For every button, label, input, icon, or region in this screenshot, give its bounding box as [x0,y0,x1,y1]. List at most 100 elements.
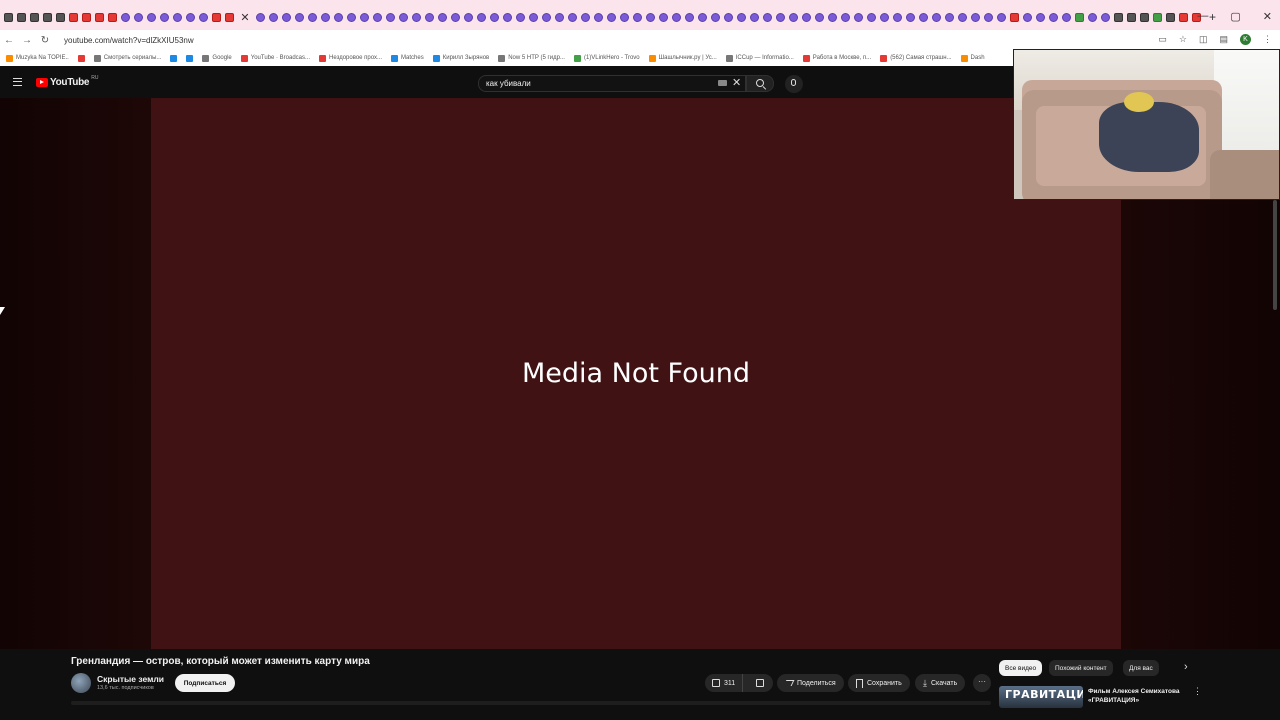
close-window-button[interactable]: ✕ [1263,10,1272,23]
tab-favicon[interactable] [173,12,182,22]
bookmark-star-icon[interactable]: ☆ [1179,34,1187,45]
tab-favicon[interactable] [477,12,486,22]
tab-favicon[interactable] [295,12,304,22]
recommendation-title[interactable]: Фильм Алексея Семихатова «ГРАВИТАЦИЯ» [1088,687,1186,705]
bookmark-item[interactable]: Google [202,54,232,62]
tab-favicon[interactable] [776,12,785,22]
tab-favicon[interactable] [399,12,408,22]
browser-menu-icon[interactable]: ⋮ [1263,34,1272,45]
tab-favicon[interactable] [542,12,551,22]
tab-favicon[interactable] [347,12,356,22]
tab-favicon[interactable] [984,12,993,22]
tab-favicon[interactable] [451,12,460,22]
tab-favicon[interactable] [256,12,265,22]
bookmark-item[interactable]: (562) Самая страшн... [880,54,952,62]
tab-favicon[interactable] [1010,12,1019,22]
tab-favicon[interactable] [1140,12,1149,22]
recommendation-thumbnail[interactable]: ГРАВИТАЦИЯ [999,686,1083,708]
like-button[interactable]: 311 [705,674,743,692]
forward-button[interactable]: → [18,35,36,46]
reload-button[interactable]: ↻ [36,35,54,46]
clear-search-icon[interactable]: ✕ [732,76,741,89]
tab-favicon[interactable] [108,12,117,22]
tab-favicon[interactable] [82,12,91,22]
recommendation-menu-icon[interactable]: ⋮ [1193,686,1202,697]
tab-favicon[interactable] [121,12,130,22]
tab-favicon[interactable] [360,12,369,22]
tab-favicon[interactable] [997,12,1006,22]
tab-favicon[interactable] [659,12,668,22]
bookmark-item[interactable]: Dash [960,54,985,62]
tab-favicon[interactable] [212,12,221,22]
tab-favicon[interactable] [854,12,863,22]
tab-favicon[interactable] [269,12,278,22]
tab-favicon[interactable] [685,12,694,22]
tab-favicon[interactable] [199,12,208,22]
bookmark-item[interactable]: Работа в Москве, п... [802,54,871,62]
minimize-button[interactable]: — [1197,10,1208,23]
tab-favicon[interactable] [425,12,434,22]
bookmark-item[interactable]: Now 5 НТР (5 гидр... [498,54,565,62]
tab-favicon[interactable] [56,12,65,22]
bookmark-item[interactable]: (1)VLinkHero - Trovo [573,54,640,62]
bookmark-item[interactable] [170,54,178,62]
tab-favicon[interactable] [308,12,317,22]
chip-all-videos[interactable]: Все видео [999,660,1043,676]
tab-favicon[interactable] [633,12,642,22]
tab-favicon[interactable] [503,12,512,22]
tab-favicon[interactable] [4,12,13,22]
hamburger-menu-icon[interactable] [13,78,22,86]
bookmark-item[interactable]: ICCup — Informatio... [725,54,794,62]
more-actions-button[interactable]: ··· [973,674,991,692]
tab-favicon[interactable] [555,12,564,22]
bookmark-item[interactable] [77,54,85,62]
tab-favicon[interactable] [1088,12,1097,22]
tab-favicon[interactable] [893,12,902,22]
address-bar[interactable]: youtube.com/watch?v=dlZkXIU53nw [64,36,194,45]
tab-favicon[interactable] [1153,12,1162,22]
tab-favicon[interactable] [69,12,78,22]
tab-favicon[interactable] [1114,12,1123,22]
voice-search-button[interactable] [785,75,803,93]
bookmark-item[interactable]: Кирилл Зырянов [432,54,489,62]
search-button[interactable] [746,75,774,92]
tab-favicon[interactable] [529,12,538,22]
tab-favicon[interactable] [490,12,499,22]
extensions-icon[interactable]: ◫ [1199,34,1208,45]
tab-favicon[interactable] [906,12,915,22]
tab-favicon[interactable] [971,12,980,22]
tab-favicon[interactable] [698,12,707,22]
bookmark-item[interactable]: Muzyka Na TOPIE.. [6,54,69,62]
active-tab-close-icon[interactable]: ✕ [238,10,252,24]
tab-favicon[interactable] [646,12,655,22]
tab-favicon[interactable] [438,12,447,22]
share-button[interactable]: Поделиться [777,674,844,692]
tab-favicon[interactable] [1179,12,1188,22]
tab-favicon[interactable] [919,12,928,22]
download-button[interactable]: ⤓ Скачать [915,674,966,692]
tab-favicon[interactable] [958,12,967,22]
tab-favicon[interactable] [1049,12,1058,22]
tab-favicon[interactable] [815,12,824,22]
tab-favicon[interactable] [516,12,525,22]
tab-favicon[interactable] [581,12,590,22]
channel-avatar[interactable] [71,673,91,693]
tab-favicon[interactable] [334,12,343,22]
tab-favicon[interactable] [672,12,681,22]
bookmark-item[interactable]: Смотреть сериалы... [93,54,161,62]
tab-favicon[interactable] [568,12,577,22]
tab-favicon[interactable] [412,12,421,22]
tab-favicon[interactable] [30,12,39,22]
tab-favicon[interactable] [321,12,330,22]
tab-favicon[interactable] [594,12,603,22]
tab-favicon[interactable] [134,12,143,22]
tab-favicon[interactable] [711,12,720,22]
keyboard-icon[interactable] [718,80,727,86]
tab-favicon[interactable] [750,12,759,22]
tab-favicon[interactable] [43,12,52,22]
tab-favicon[interactable] [724,12,733,22]
tab-favicon[interactable] [147,12,156,22]
tab-favicon[interactable] [1101,12,1110,22]
search-input[interactable] [478,75,746,92]
chip-next-icon[interactable]: › [1184,661,1188,673]
